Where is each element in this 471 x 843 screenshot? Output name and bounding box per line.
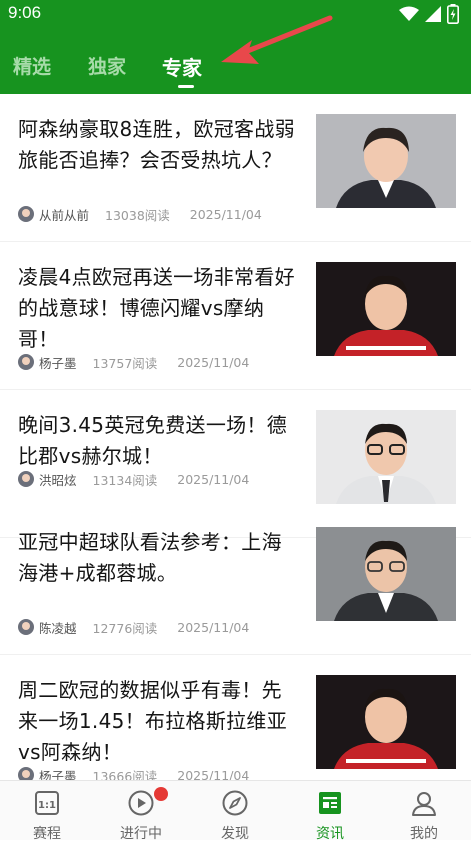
article-title: 凌晨4点欧冠再送一场非常看好的战意球！博德闪耀vs摩纳哥！ — [18, 265, 295, 351]
article-title: 晚间3.45英冠免费送一场！德比郡vs赫尔城！ — [18, 413, 288, 468]
article-author: 杨子墨 — [39, 768, 77, 781]
signal-icon — [425, 6, 441, 22]
author-avatar — [18, 354, 34, 370]
article-title: 阿森纳豪取8连胜，欧冠客战弱旅能否追捧？会否受热坑人？ — [18, 117, 295, 172]
tab-active-indicator — [178, 85, 194, 88]
article-meta: 洪昭炫 13134阅读 2025/11/04 — [18, 470, 249, 488]
nav-label: 发现 — [221, 826, 249, 842]
svg-text:1:1: 1:1 — [38, 800, 56, 811]
article-title: 周二欧冠的数据似乎有毒！先来一场1.45！布拉格斯拉维亚vs阿森纳！ — [18, 678, 288, 764]
profile-icon — [412, 792, 436, 816]
tab-featured[interactable]: 精选 — [13, 52, 51, 79]
nav-schedule[interactable]: 1:1 赛程 — [0, 781, 94, 842]
expert-photo — [316, 114, 456, 208]
status-icons — [399, 3, 459, 25]
nav-profile[interactable]: 我的 — [377, 781, 471, 842]
article-reads: 12776阅读 — [92, 620, 158, 636]
expert-photo — [316, 262, 456, 356]
article-author: 陈凌越 — [39, 620, 77, 636]
article-meta: 陈凌越 12776阅读 2025/11/04 — [18, 618, 249, 636]
article-meta: 杨子墨 13757阅读 2025/11/04 — [18, 353, 249, 371]
tab-exclusive[interactable]: 独家 — [88, 52, 126, 79]
article-item[interactable]: 凌晨4点欧冠再送一场非常看好的战意球！博德闪耀vs摩纳哥！ 杨子墨 13757阅… — [0, 242, 471, 390]
author-avatar — [18, 471, 34, 487]
nav-label: 资讯 — [316, 826, 344, 842]
bottom-nav: 1:1 赛程 进行中 发现 资讯 我的 — [0, 780, 471, 842]
article-list: 阿森纳豪取8连胜，欧冠客战弱旅能否追捧？会否受热坑人？ 从前从前 13038阅读… — [0, 94, 471, 780]
nav-discover[interactable]: 发现 — [188, 781, 282, 842]
app-header: 9:06 精选 独家 专家 — [0, 0, 471, 94]
nav-label: 进行中 — [120, 826, 162, 842]
article-date: 2025/11/04 — [177, 767, 250, 781]
compass-icon — [222, 790, 248, 816]
article-date: 2025/11/04 — [177, 619, 250, 635]
schedule-icon: 1:1 — [35, 791, 59, 815]
article-date: 2025/11/04 — [177, 354, 250, 370]
nav-label: 我的 — [410, 826, 438, 842]
status-time: 9:06 — [8, 3, 42, 22]
article-author: 洪昭炫 — [39, 472, 77, 488]
article-date: 2025/11/04 — [177, 471, 250, 487]
nav-label: 赛程 — [33, 826, 61, 842]
tab-bar: 精选 独家 专家 — [0, 48, 471, 88]
status-bar: 9:06 — [0, 0, 471, 28]
author-avatar — [18, 206, 34, 222]
wifi-icon — [399, 6, 419, 21]
article-author: 从前从前 — [39, 207, 90, 223]
article-item[interactable]: 亚冠中超球队看法参考：上海海港+成都蓉城。 陈凌越 12776阅读 2025/1… — [0, 507, 471, 655]
article-meta: 杨子墨 13666阅读 2025/11/04 — [18, 766, 249, 780]
article-reads: 13757阅读 — [92, 355, 158, 371]
battery-icon — [447, 4, 459, 24]
nav-news[interactable]: 资讯 — [283, 781, 377, 842]
article-item[interactable]: 周二欧冠的数据似乎有毒！先来一场1.45！布拉格斯拉维亚vs阿森纳！ 杨子墨 1… — [0, 655, 471, 780]
author-avatar — [18, 767, 34, 780]
live-badge — [154, 787, 168, 801]
article-reads: 13134阅读 — [92, 472, 158, 488]
article-reads: 13666阅读 — [92, 768, 158, 781]
expert-photo — [316, 675, 456, 769]
article-title: 亚冠中超球队看法参考：上海海港+成都蓉城。 — [18, 530, 282, 585]
tab-experts[interactable]: 专家 — [162, 52, 202, 81]
live-play-icon — [128, 790, 154, 816]
expert-photo — [316, 410, 456, 504]
article-author: 杨子墨 — [39, 355, 77, 371]
article-date: 2025/11/04 — [189, 206, 262, 222]
nav-live[interactable]: 进行中 — [94, 781, 188, 842]
expert-photo — [316, 527, 456, 621]
article-item[interactable]: 阿森纳豪取8连胜，欧冠客战弱旅能否追捧？会否受热坑人？ 从前从前 13038阅读… — [0, 94, 471, 242]
author-avatar — [18, 619, 34, 635]
article-reads: 13038阅读 — [105, 207, 170, 223]
news-icon — [319, 792, 341, 814]
article-meta: 从前从前 13038阅读 2025/11/04 — [18, 205, 262, 223]
